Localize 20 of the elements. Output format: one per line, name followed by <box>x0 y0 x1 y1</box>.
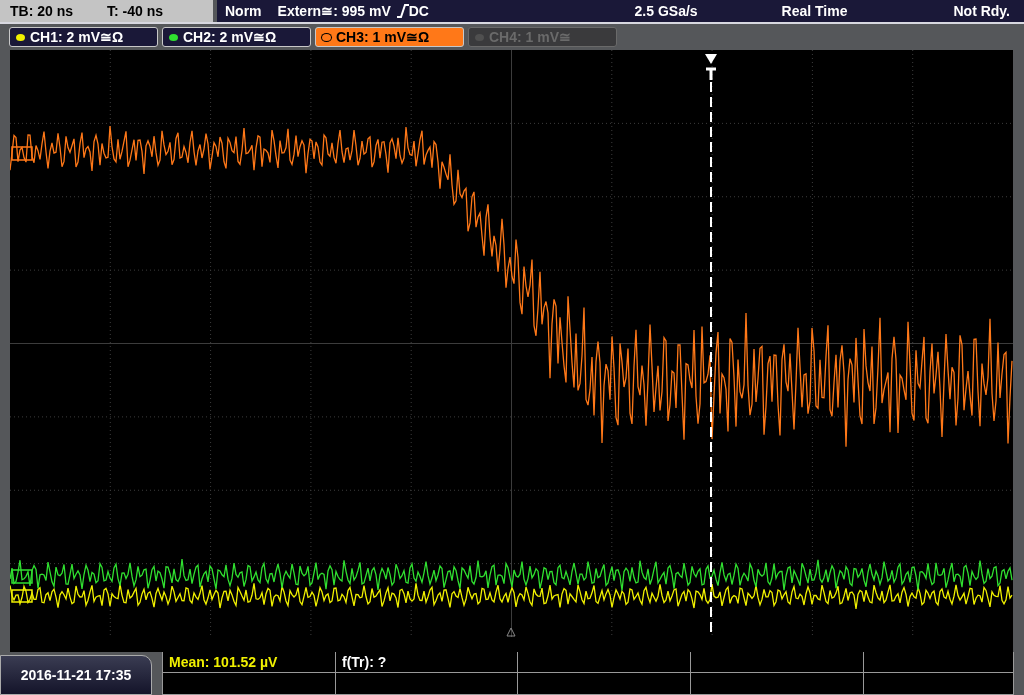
measurement-value: Mean: 101.52 µV <box>169 654 278 670</box>
datetime-label: 2016-11-21 17:35 <box>0 655 152 695</box>
offset-marker-icon <box>11 569 33 584</box>
acquisition-mode-label: Real Time <box>781 3 848 19</box>
trigger-time-label: T: -40 ns <box>107 3 164 19</box>
channel-button[interactable]: CH3: 1 mV≅Ω <box>315 27 464 47</box>
position-marker-icon <box>506 627 516 637</box>
trigger-source-label: Extern≅: 995 mV <box>277 3 391 19</box>
measurement-value: f(Tr): ? <box>342 654 387 670</box>
channel-button[interactable]: CH1: 2 mV≅Ω <box>9 27 158 47</box>
offset-marker-icon <box>11 146 33 161</box>
offset-marker-icon <box>11 589 33 603</box>
channel-button[interactable]: CH2: 2 mV≅Ω <box>162 27 311 47</box>
status-label: Not Rdy. <box>953 3 1010 19</box>
sample-rate-label: 2.5 GSa/s <box>634 3 698 19</box>
trigger-coupling-label: DC <box>408 3 429 19</box>
trigger-mode-label: Norm <box>225 3 262 19</box>
timebase-label: TB: 20 ns <box>10 3 73 19</box>
trigger-marker-icon <box>704 54 718 82</box>
rising-edge-icon <box>396 4 409 18</box>
